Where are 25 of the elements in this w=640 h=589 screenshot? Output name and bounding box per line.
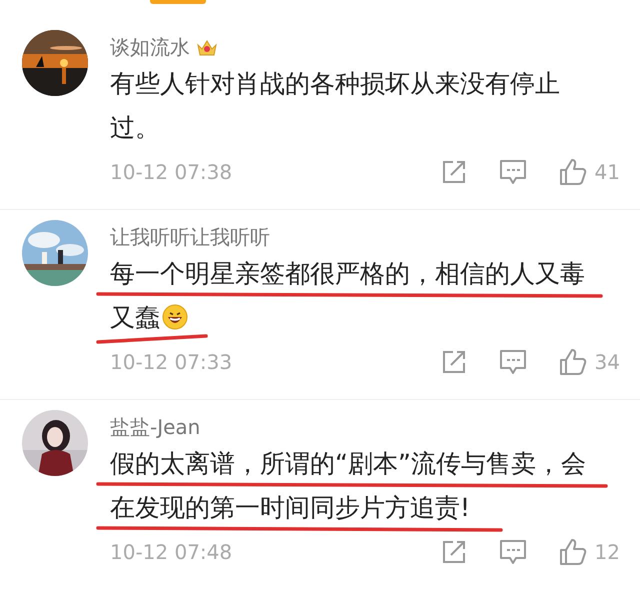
user-name[interactable]: 盐盐-Jean [110, 414, 200, 440]
share-icon[interactable] [440, 159, 467, 185]
share-icon[interactable] [440, 539, 467, 565]
comment-icon[interactable] [498, 349, 527, 375]
comment-time: 10-12 07:33 [110, 350, 234, 374]
like-count: 34 [594, 350, 620, 374]
comment-icon[interactable] [498, 539, 527, 565]
comment-text: 假的太离谱，所谓的“剧本”流传与售卖，会 [110, 449, 586, 478]
tab-indicator [150, 0, 206, 4]
comment-text: 每一个明星亲签都很严格的，相信的人又毒 [110, 259, 585, 288]
comment-text: 有些人针对肖战的各种损坏从来没有停止 [110, 69, 560, 98]
comment-text: 过。 [110, 113, 160, 142]
comment-time: 10-12 07:48 [110, 540, 234, 564]
like-count: 12 [594, 540, 620, 564]
comment-text: 又蠢 [110, 303, 160, 332]
like-count: 41 [594, 160, 620, 184]
comment-icon[interactable] [498, 159, 527, 185]
thumbs-up-icon[interactable] [558, 348, 587, 376]
user-name[interactable]: 让我听听让我听听 [110, 224, 270, 250]
comment-text: 在发现的第一时间同步片方追责! [110, 493, 470, 522]
thumbs-up-icon[interactable] [558, 538, 587, 566]
user-name[interactable]: 谈如流水 [110, 34, 190, 60]
comment-time: 10-12 07:38 [110, 160, 234, 184]
share-icon[interactable] [440, 349, 467, 375]
thumbs-up-icon[interactable] [558, 158, 587, 186]
